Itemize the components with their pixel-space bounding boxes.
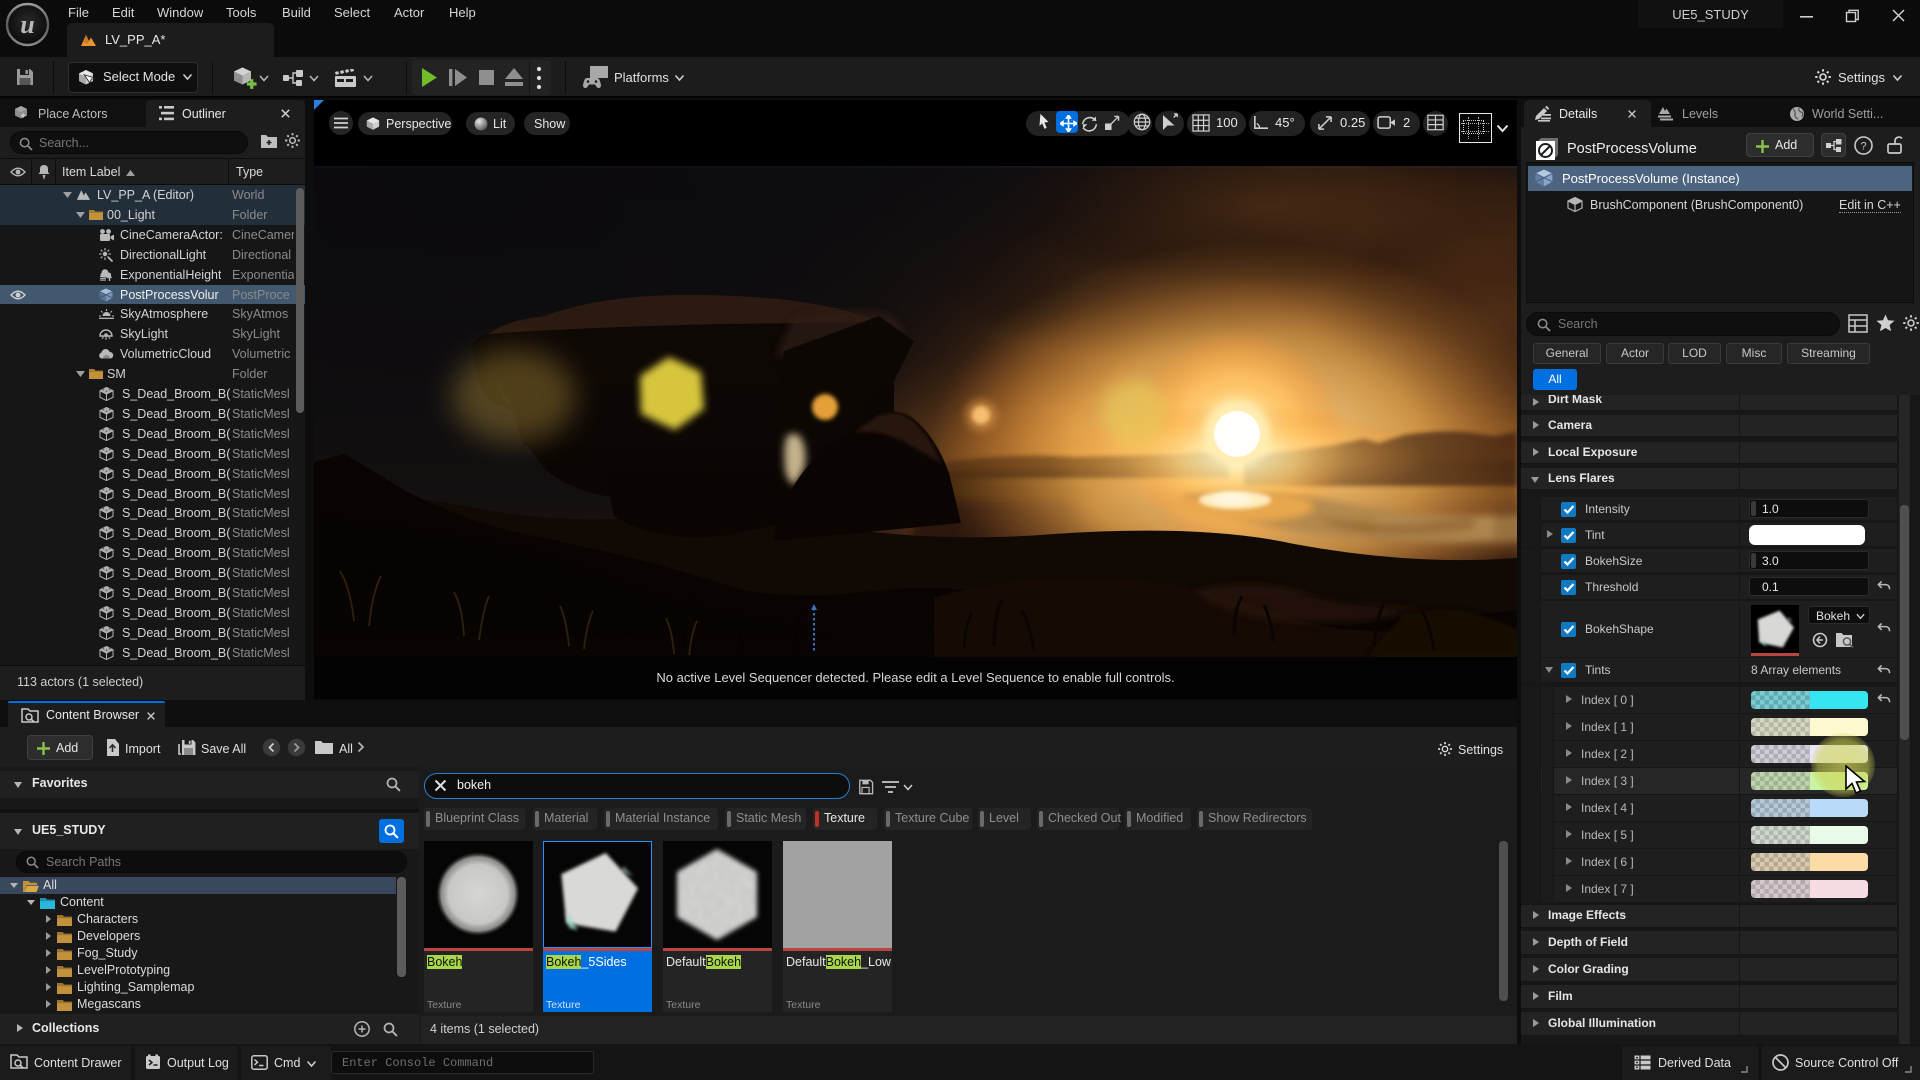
svg-text:?: ? xyxy=(1860,141,1866,153)
svg-text:u: u xyxy=(20,10,34,39)
